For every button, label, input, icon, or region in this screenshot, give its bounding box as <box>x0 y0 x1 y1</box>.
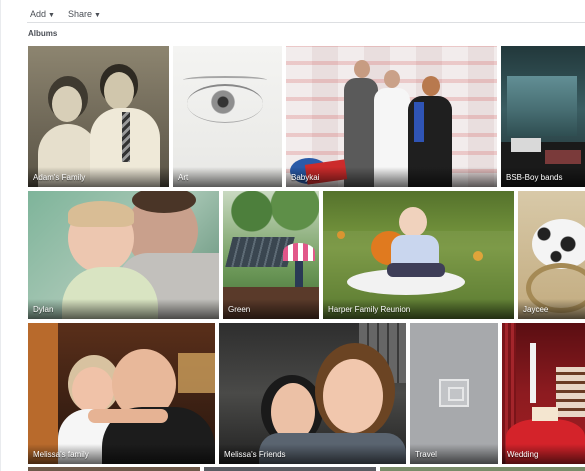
albums-toolbar: Add ▼ Share ▼ <box>0 0 585 24</box>
album-dylan[interactable]: Dylan <box>28 191 219 319</box>
album-label: Melissa's Friends <box>224 450 286 459</box>
album-cover-photo <box>219 323 406 464</box>
chevron-down-icon: ▼ <box>48 12 55 19</box>
album-cover-photo <box>286 46 497 187</box>
album-label: Green <box>228 305 251 314</box>
add-button[interactable]: Add ▼ <box>30 9 55 19</box>
album-cover-photo <box>28 323 215 464</box>
share-label: Share <box>68 9 93 19</box>
album-wedding[interactable]: Wedding <box>502 323 585 464</box>
album-cover-photo <box>501 46 585 187</box>
album-melissas-friends[interactable]: Melissa's Friends <box>219 323 406 464</box>
album-adams-family[interactable]: Adam's Family <box>28 46 169 187</box>
album-caption-gradient <box>28 299 219 319</box>
album-label: Travel <box>415 450 437 459</box>
album-cover-photo <box>173 46 282 187</box>
add-label: Add <box>30 9 47 19</box>
album-melissas-family[interactable]: Melissa's family <box>28 323 215 464</box>
album-jaycee[interactable]: Jaycee <box>518 191 585 319</box>
album-label: Wedding <box>507 450 539 459</box>
photo-placeholder-icon <box>439 379 469 407</box>
album-caption-gradient <box>173 167 282 187</box>
album-babykai[interactable]: Babykai <box>286 46 497 187</box>
left-border <box>0 0 1 471</box>
share-button[interactable]: Share ▼ <box>68 9 101 19</box>
album-label: Babykai <box>291 173 320 182</box>
album-label: Melissa's family <box>33 450 89 459</box>
album-next-row-3[interactable] <box>380 467 585 471</box>
album-next-row-2[interactable] <box>204 467 376 471</box>
album-bsb-boy-bands[interactable]: BSB-Boy bands <box>501 46 585 187</box>
album-cover-photo <box>28 46 169 187</box>
album-label: Harper Family Reunion <box>328 305 411 314</box>
album-label: Art <box>178 173 189 182</box>
chevron-down-icon: ▼ <box>94 12 101 19</box>
album-label: Adam's Family <box>33 173 86 182</box>
album-green[interactable]: Green <box>223 191 319 319</box>
album-next-row-1[interactable] <box>28 467 200 471</box>
album-label: Dylan <box>33 305 54 314</box>
toolbar-divider <box>27 22 585 23</box>
album-label: BSB-Boy bands <box>506 173 563 182</box>
album-art[interactable]: Art <box>173 46 282 187</box>
album-travel[interactable]: Travel <box>410 323 498 464</box>
section-title: Albums <box>28 29 58 38</box>
album-cover-photo <box>502 323 585 464</box>
album-label: Jaycee <box>523 305 549 314</box>
album-harper-family-reunion[interactable]: Harper Family Reunion <box>323 191 514 319</box>
